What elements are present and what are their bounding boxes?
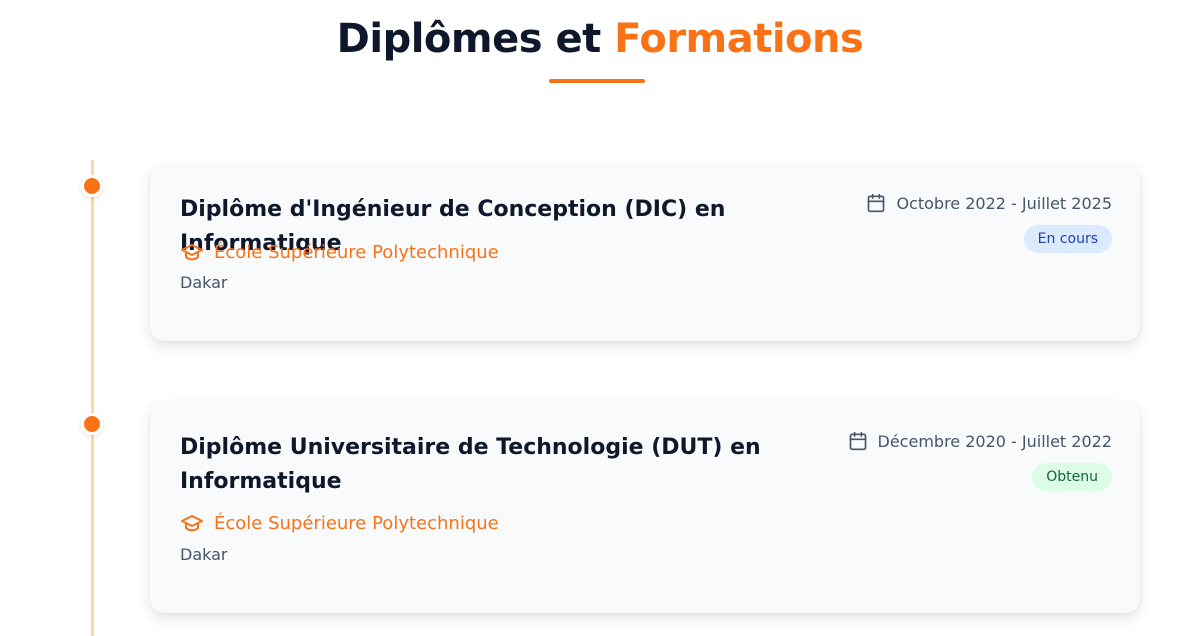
title-underline [549, 79, 645, 83]
location: Dakar [180, 273, 228, 292]
school-label: École Supérieure Polytechnique [214, 512, 499, 534]
status-badge: Obtenu [1032, 463, 1112, 491]
timeline-dot [81, 175, 103, 197]
school-label: École Supérieure Polytechnique [214, 241, 499, 263]
date-range: Décembre 2020 - Juillet 2022 [848, 431, 1112, 451]
calendar-icon [866, 193, 886, 213]
timeline-line [91, 160, 94, 636]
education-card: Diplôme Universitaire de Technologie (DU… [150, 401, 1140, 613]
date-range-label: Octobre 2022 - Juillet 2025 [896, 193, 1112, 213]
education-card: Diplôme d'Ingénieur de Conception (DIC) … [150, 163, 1140, 341]
section-title-main: Diplômes et [336, 16, 602, 62]
section-title-accent: Formations [614, 16, 864, 62]
section-title: Diplômes et Formations [0, 14, 1200, 64]
timeline-dot [81, 413, 103, 435]
location: Dakar [180, 545, 228, 564]
education-section: Diplômes et Formations Diplôme d'Ingénie… [0, 0, 1200, 636]
status-badge: En cours [1023, 225, 1112, 253]
school-name: École Supérieure Polytechnique [180, 511, 499, 535]
diploma-title: Diplôme Universitaire de Technologie (DU… [180, 435, 761, 494]
date-range-label: Décembre 2020 - Juillet 2022 [877, 431, 1112, 451]
graduation-cap-icon [180, 511, 204, 535]
school-name: École Supérieure Polytechnique [180, 240, 499, 264]
date-range: Octobre 2022 - Juillet 2025 [866, 193, 1112, 213]
graduation-cap-icon [180, 240, 204, 264]
calendar-icon [848, 431, 868, 451]
